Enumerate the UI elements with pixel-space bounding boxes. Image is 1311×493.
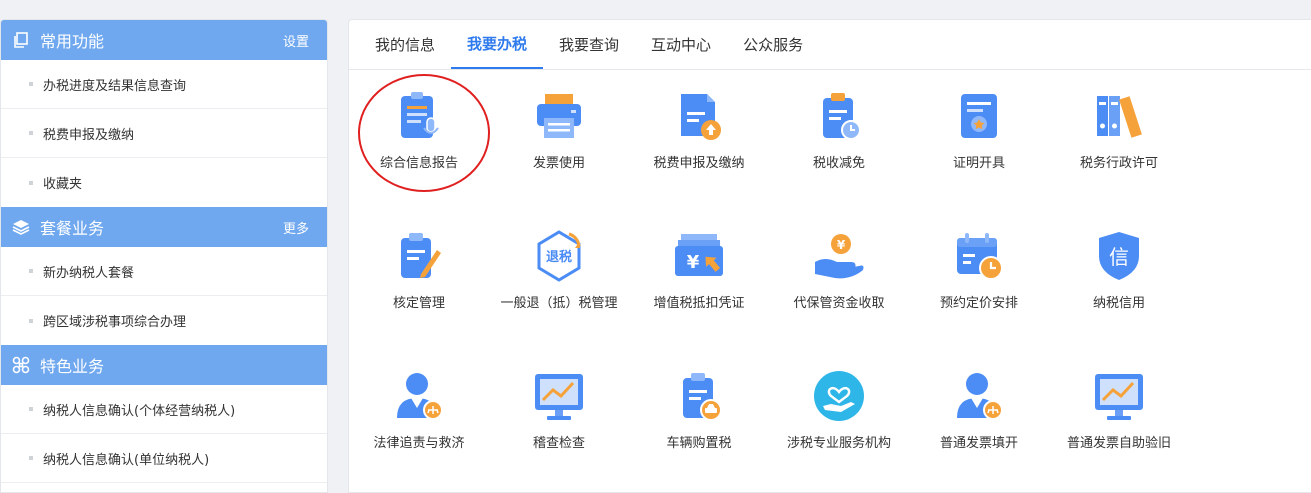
tile-professional-service[interactable]: 涉税专业服务机构 <box>769 368 909 454</box>
main-panel: 我的信息 我要办税 我要查询 互动中心 公众服务 综合信息报告 发票使用 税费申… <box>348 19 1311 493</box>
tile-pricing-arrangement[interactable]: 预约定价安排 <box>909 228 1049 314</box>
tile-legal-remedy[interactable]: 法律追责与救济 <box>349 368 489 454</box>
copy-icon <box>11 30 31 50</box>
tile-label: 证明开具 <box>952 156 1005 171</box>
sidebar-item-cross-region[interactable]: 跨区域涉税事项综合办理 <box>1 296 327 345</box>
hand-coin-icon: ¥ <box>815 234 864 279</box>
tile-label: 综合信息报告 <box>379 156 458 171</box>
section-title: 常用功能 <box>40 32 105 51</box>
tile-comprehensive-report[interactable]: 综合信息报告 <box>349 88 489 174</box>
upload-doc-icon <box>681 94 721 140</box>
sidebar-item-label: 办税进度及结果信息查询 <box>43 78 187 94</box>
tile-certificate[interactable]: 证明开具 <box>909 88 1049 174</box>
tile-custody-funds[interactable]: ¥ 代保管资金收取 <box>769 228 909 314</box>
sidebar-item-new-taxpayer[interactable]: 新办纳税人套餐 <box>1 247 327 296</box>
sidebar-item-progress-query[interactable]: 办税进度及结果信息查询 <box>1 60 327 109</box>
heart-hand-icon <box>814 371 864 421</box>
tile-label: 核定管理 <box>392 296 445 311</box>
svg-text:¥: ¥ <box>687 252 700 273</box>
report-mic-icon <box>401 92 439 138</box>
tile-inspection[interactable]: 稽查检查 <box>489 368 629 454</box>
sidebar-item-label: 纳税人信息确认(单位纳税人) <box>43 452 210 468</box>
command-icon <box>11 355 31 375</box>
tab-bar: 我的信息 我要办税 我要查询 互动中心 公众服务 <box>349 20 1311 70</box>
tile-label: 代保管资金收取 <box>793 296 885 311</box>
person-scale-icon <box>957 373 1003 420</box>
sidebar-item-confirm-individual[interactable]: 纳税人信息确认(个体经营纳税人) <box>1 385 327 434</box>
refund-tax-icon: 退税 <box>537 230 581 282</box>
tile-label: 增值税抵扣凭证 <box>653 296 745 311</box>
credit-shield-icon: 信 <box>1099 232 1139 280</box>
sidebar-item-label: 新办纳税人套餐 <box>43 265 135 281</box>
tile-label: 普通发票自助验旧 <box>1066 436 1171 451</box>
sidebar-item-label: 收藏夹 <box>43 177 83 192</box>
sidebar: 常用功能 设置 办税进度及结果信息查询 税费申报及缴纳 收藏夹 套餐业务 更多 … <box>0 19 328 493</box>
more-link[interactable]: 更多 <box>283 218 309 237</box>
section-header-featured: 特色业务 <box>1 345 327 385</box>
tab-query[interactable]: 我要查询 <box>543 21 635 69</box>
tile-refund-management[interactable]: 退税 一般退（抵）税管理 <box>489 228 629 314</box>
monitor-chart-icon <box>1095 374 1143 420</box>
tile-tax-relief[interactable]: 税收减免 <box>769 88 909 174</box>
tile-vat-voucher[interactable]: ¥ 增值税抵扣凭证 <box>629 228 769 314</box>
calendar-clock-icon <box>957 233 1003 280</box>
clipboard-pen-icon <box>401 233 441 278</box>
tile-vehicle-tax[interactable]: 车辆购置税 <box>629 368 769 454</box>
tile-label: 税务行政许可 <box>1079 156 1158 171</box>
tile-invoice-verify[interactable]: 普通发票自助验旧 <box>1049 368 1189 454</box>
clipboard-clock-icon <box>823 93 861 140</box>
section-title: 特色业务 <box>40 357 105 376</box>
yuan-voucher-icon: ¥ <box>675 234 723 276</box>
svg-text:¥: ¥ <box>837 238 846 252</box>
certificate-icon <box>961 94 997 138</box>
tile-invoice-issue[interactable]: 普通发票填开 <box>909 368 1049 454</box>
tile-label: 纳税信用 <box>1092 296 1145 311</box>
tile-invoice-use[interactable]: 发票使用 <box>489 88 629 174</box>
tab-public-service[interactable]: 公众服务 <box>727 21 819 69</box>
credit-badge-text: 信 <box>1109 245 1129 269</box>
refund-badge-text: 退税 <box>546 249 572 265</box>
tile-admin-license[interactable]: 税务行政许可 <box>1049 88 1189 174</box>
tile-label: 涉税专业服务机构 <box>786 436 891 451</box>
tile-label: 法律追责与救济 <box>373 436 465 451</box>
clipboard-car-icon <box>683 373 722 421</box>
layers-icon <box>11 217 31 237</box>
tab-tax-handling[interactable]: 我要办税 <box>451 20 544 69</box>
sidebar-item-tax-declare[interactable]: 税费申报及缴纳 <box>1 109 327 158</box>
section-header-package: 套餐业务 更多 <box>1 207 327 247</box>
tile-label: 一般退（抵）税管理 <box>500 296 618 311</box>
sidebar-item-label: 税费申报及缴纳 <box>43 127 135 143</box>
sidebar-item-confirm-unit[interactable]: 纳税人信息确认(单位纳税人) <box>1 434 327 483</box>
section-title: 套餐业务 <box>40 219 105 238</box>
tile-label: 稽查检查 <box>532 436 585 451</box>
tile-assessment-management[interactable]: 核定管理 <box>349 228 489 314</box>
tile-label: 税费申报及缴纳 <box>653 156 745 171</box>
tile-label: 税收减免 <box>812 156 865 171</box>
binders-icon <box>1097 96 1142 138</box>
tile-label: 发票使用 <box>532 156 585 171</box>
tile-label: 预约定价安排 <box>939 296 1018 311</box>
tile-label: 车辆购置税 <box>666 436 732 451</box>
sidebar-item-label: 跨区域涉税事项综合办理 <box>43 315 187 330</box>
settings-link[interactable]: 设置 <box>283 31 309 50</box>
monitor-chart-icon <box>535 374 583 420</box>
section-header-common: 常用功能 设置 <box>1 20 327 60</box>
tile-tax-credit[interactable]: 信 纳税信用 <box>1049 228 1189 314</box>
tab-interaction[interactable]: 互动中心 <box>635 21 727 69</box>
person-scale-icon <box>397 373 443 420</box>
tab-my-info[interactable]: 我的信息 <box>359 21 451 69</box>
printer-icon <box>537 94 581 138</box>
tile-label: 普通发票填开 <box>939 436 1018 451</box>
tile-tax-declare[interactable]: 税费申报及缴纳 <box>629 88 769 174</box>
sidebar-item-label: 纳税人信息确认(个体经营纳税人) <box>43 403 236 419</box>
sidebar-item-favorites[interactable]: 收藏夹 <box>1 158 327 207</box>
